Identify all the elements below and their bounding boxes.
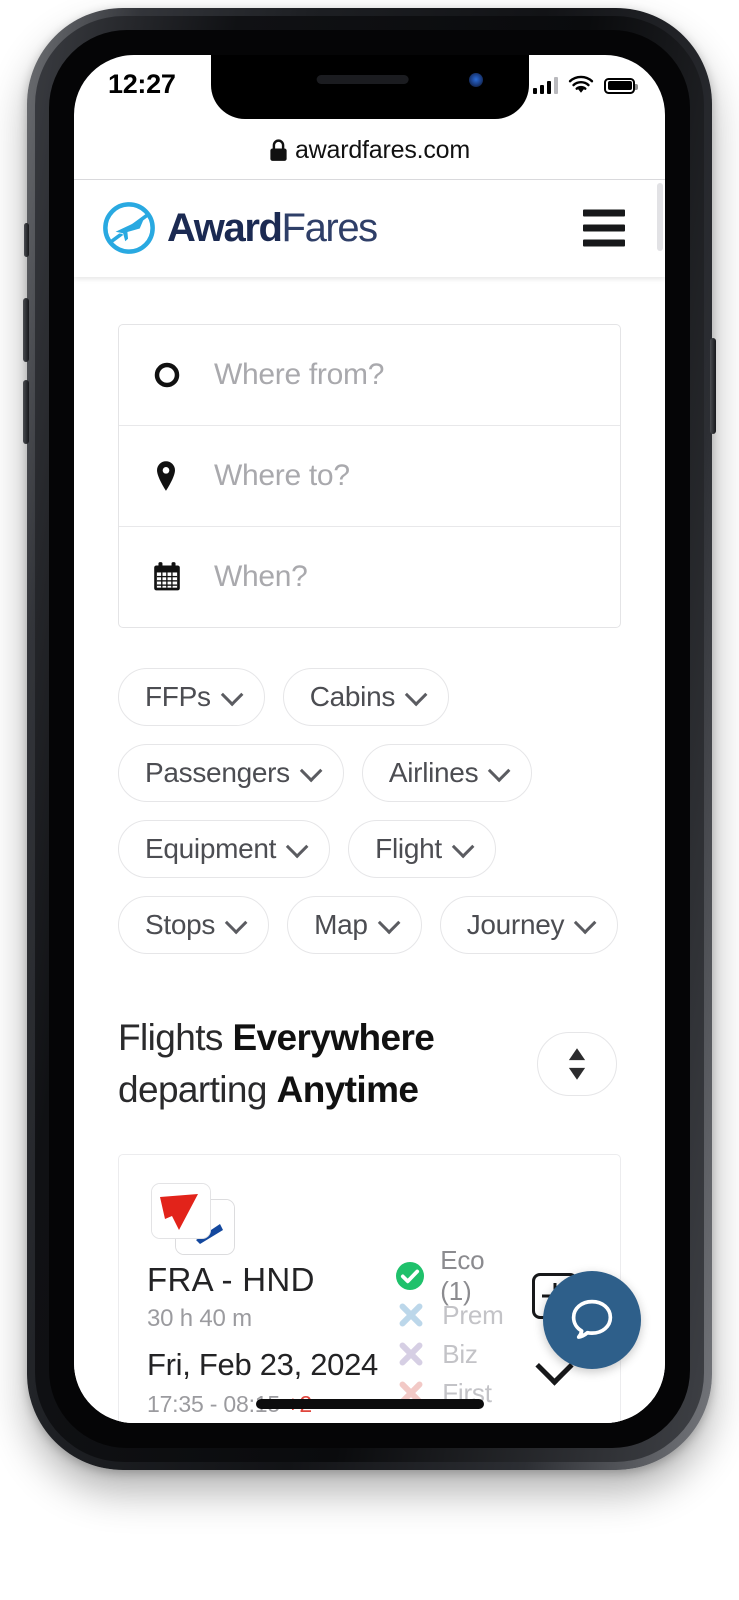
brand-award: Award bbox=[167, 206, 283, 250]
flight-date: Fri, Feb 23, 2024 bbox=[147, 1346, 378, 1382]
filter-pill-journey[interactable]: Journey bbox=[439, 896, 619, 954]
status-bar-indicators bbox=[532, 75, 638, 96]
chevron-down-icon bbox=[574, 911, 597, 935]
flight-card-details: FRA - HND 30 h 40 m Fri, Feb 23, 2024 17… bbox=[147, 1181, 394, 1423]
cabin-label: Biz bbox=[442, 1338, 478, 1369]
cabin-row-prem[interactable]: Prem bbox=[394, 1296, 518, 1335]
results-title: Flights Everywhere departing Anytime bbox=[118, 1012, 537, 1116]
filter-pill-passengers[interactable]: Passengers bbox=[118, 744, 344, 802]
filter-pill-flight[interactable]: Flight bbox=[348, 820, 496, 878]
device-bezel: 12:27 awardfares.com AwardFares Where fr… bbox=[49, 30, 690, 1448]
filter-label: Journey bbox=[466, 909, 565, 940]
date-placeholder: When? bbox=[214, 560, 308, 593]
chat-support-button[interactable] bbox=[543, 1271, 641, 1369]
flight-result-card[interactable]: FRA - HND 30 h 40 m Fri, Feb 23, 2024 17… bbox=[118, 1153, 621, 1423]
filter-pill-stops[interactable]: Stops bbox=[118, 896, 270, 954]
cabin-label: Eco (1) bbox=[440, 1245, 485, 1307]
filter-pill-airlines[interactable]: Airlines bbox=[361, 744, 533, 802]
volume-up-button[interactable] bbox=[23, 298, 29, 362]
destination-field[interactable]: Where to? bbox=[119, 426, 620, 527]
chat-bubble-icon bbox=[571, 1299, 613, 1339]
flight-search-form: Where from? Where to? When? bbox=[118, 324, 621, 628]
brand-fares: Fares bbox=[281, 206, 379, 250]
cabin-row-biz[interactable]: Biz bbox=[394, 1335, 518, 1374]
home-indicator[interactable] bbox=[255, 1399, 484, 1409]
calendar-icon bbox=[152, 561, 194, 593]
notch bbox=[210, 55, 529, 119]
front-camera-icon bbox=[468, 73, 483, 87]
sort-updown-icon bbox=[568, 1048, 586, 1080]
date-field[interactable]: When? bbox=[119, 527, 620, 627]
results-title-destination: Everywhere bbox=[232, 1017, 435, 1058]
filter-label: Airlines bbox=[388, 757, 479, 788]
airline-logo-stack-icon bbox=[147, 1181, 247, 1255]
silent-switch[interactable] bbox=[24, 223, 29, 257]
earpiece-speaker bbox=[316, 75, 409, 84]
chevron-down-icon bbox=[220, 683, 244, 707]
airline-logo-primary bbox=[151, 1182, 211, 1239]
circle-icon bbox=[152, 360, 194, 390]
map-pin-icon bbox=[152, 460, 194, 492]
chevron-down-icon bbox=[488, 759, 511, 783]
filter-label: Passengers bbox=[145, 757, 290, 788]
phone-screen: 12:27 awardfares.com AwardFares Where fr… bbox=[74, 55, 665, 1423]
origin-field[interactable]: Where from? bbox=[119, 325, 620, 426]
filter-label: FFPs bbox=[145, 681, 211, 712]
chevron-down-icon bbox=[224, 911, 248, 935]
power-button[interactable] bbox=[710, 338, 716, 434]
chevron-down-icon bbox=[404, 683, 428, 707]
chevron-down-icon bbox=[285, 835, 309, 859]
chevron-down-icon bbox=[377, 911, 401, 935]
browser-address-bar[interactable]: awardfares.com bbox=[74, 121, 665, 180]
cabin-row-eco[interactable]: Eco (1) bbox=[394, 1245, 518, 1306]
brand-text: AwardFares bbox=[167, 206, 379, 250]
filter-label: Cabins bbox=[309, 681, 396, 712]
lock-icon bbox=[270, 138, 287, 161]
volume-down-button[interactable] bbox=[23, 380, 29, 444]
x-icon bbox=[399, 1303, 423, 1327]
flight-duration: 30 h 40 m bbox=[147, 1304, 252, 1332]
url-text: awardfares.com bbox=[294, 135, 471, 164]
filter-label: Equipment bbox=[145, 833, 277, 864]
cabin-availability-list: Eco (1) Prem Biz First bbox=[394, 1181, 518, 1423]
origin-placeholder: Where from? bbox=[214, 358, 385, 391]
filter-label: Flight bbox=[375, 833, 442, 864]
device-inner-frame: 12:27 awardfares.com AwardFares Where fr… bbox=[35, 16, 704, 1462]
chevron-down-icon bbox=[451, 835, 475, 859]
status-bar-time: 12:27 bbox=[108, 69, 176, 99]
filter-pill-map[interactable]: Map bbox=[287, 896, 422, 954]
battery-full-icon bbox=[604, 77, 638, 94]
destination-placeholder: Where to? bbox=[214, 459, 350, 492]
filter-pill-equipment[interactable]: Equipment bbox=[118, 820, 331, 878]
chevron-down-icon bbox=[299, 759, 323, 783]
phone-device-frame: 12:27 awardfares.com AwardFares Where fr… bbox=[23, 8, 716, 1470]
check-circle-icon bbox=[396, 1262, 425, 1291]
hamburger-menu-icon[interactable] bbox=[583, 209, 625, 247]
sort-button[interactable] bbox=[537, 1031, 617, 1096]
wifi-icon bbox=[568, 75, 594, 93]
x-icon bbox=[399, 1342, 423, 1366]
site-header: AwardFares bbox=[74, 179, 665, 277]
awardfares-logo[interactable]: AwardFares bbox=[100, 199, 379, 257]
cabin-label: Prem bbox=[442, 1299, 504, 1330]
filter-pill-cabins[interactable]: Cabins bbox=[282, 668, 450, 726]
flight-route: FRA - HND bbox=[147, 1260, 315, 1298]
awardfares-plane-logo-icon bbox=[103, 202, 155, 254]
cellular-signal-icon bbox=[532, 77, 558, 94]
results-header: Flights Everywhere departing Anytime bbox=[118, 1012, 621, 1116]
filter-label: Stops bbox=[145, 909, 216, 940]
results-title-middle: departing bbox=[118, 1068, 277, 1110]
page-scrollbar[interactable] bbox=[657, 183, 663, 251]
filter-label: Map bbox=[314, 909, 368, 940]
page-content: Where from? Where to? When? FFPs Cabins … bbox=[74, 277, 665, 1423]
filter-pill-ffps[interactable]: FFPs bbox=[118, 668, 265, 726]
filter-pill-group: FFPs Cabins Passengers Airlines Equipmen… bbox=[118, 668, 621, 954]
results-title-time: Anytime bbox=[276, 1068, 419, 1110]
results-title-prefix: Flights bbox=[118, 1017, 233, 1058]
